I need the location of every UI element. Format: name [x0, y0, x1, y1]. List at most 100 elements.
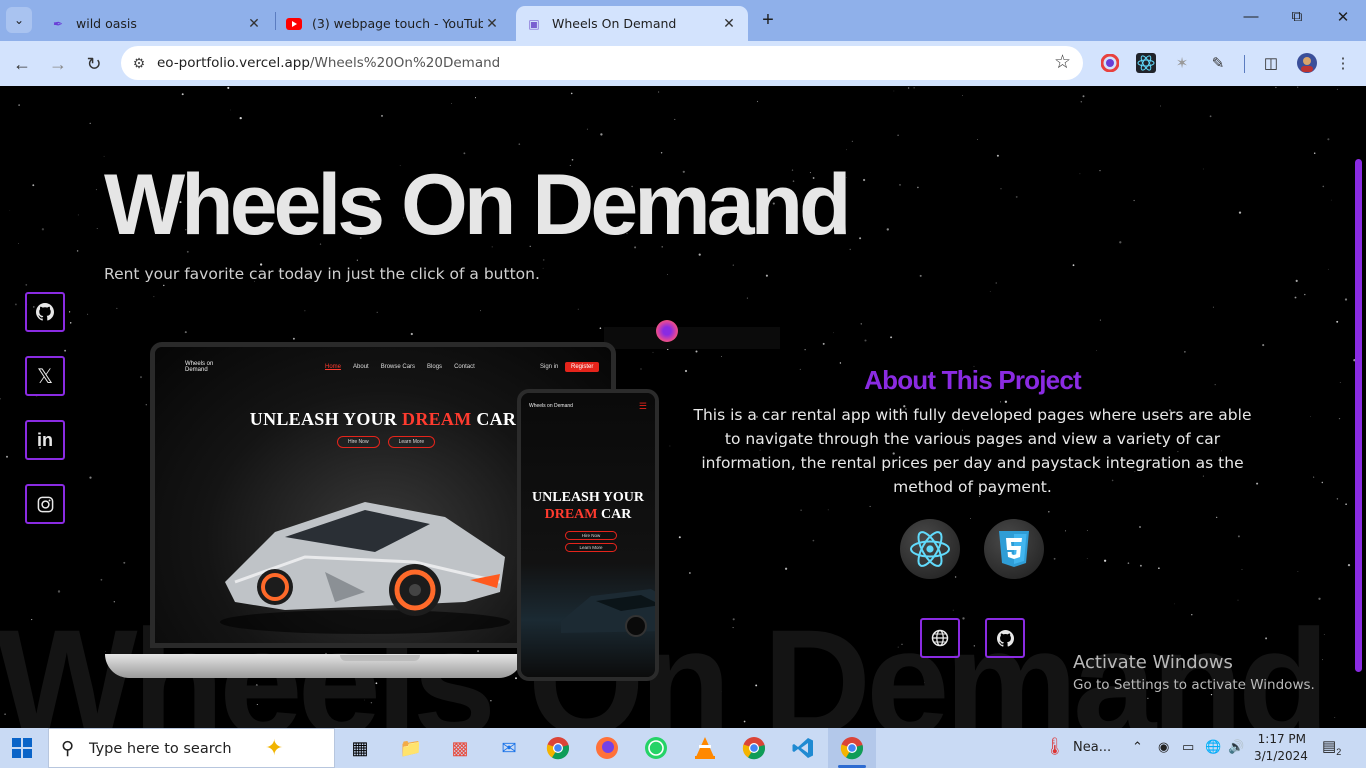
mockup-nav-link: Home	[325, 364, 342, 370]
weather-text[interactable]: Nea...	[1073, 740, 1111, 755]
vscode-icon[interactable]	[789, 734, 817, 762]
x-twitter-icon: 𝕏	[36, 365, 54, 388]
live-site-link[interactable]	[920, 618, 960, 658]
mockup-hero-buttons: Hire Now Learn More	[337, 436, 436, 448]
battery-icon[interactable]: ▭	[1182, 740, 1194, 755]
phone-hero-heading: UNLEASH YOUR DREAM CAR	[521, 489, 655, 523]
profile-avatar[interactable]	[1296, 52, 1318, 74]
react-icon	[910, 531, 950, 567]
hero-part: CAR	[597, 507, 632, 522]
youtube-icon	[286, 16, 302, 32]
notification-center-icon[interactable]: ▤2	[1322, 737, 1350, 759]
tab-title: Wheels On Demand	[552, 16, 677, 31]
mockup-nav-link: About	[353, 364, 369, 370]
meet-now-icon[interactable]: ◉	[1158, 740, 1169, 755]
firefox-icon[interactable]	[593, 734, 621, 762]
address-bar[interactable]: ⚙ eo-portfolio.vercel.app/Wheels%20On%20…	[121, 46, 1083, 80]
forward-button[interactable]: →	[46, 52, 70, 76]
linkedin-icon: in	[37, 429, 53, 450]
hero-red-word: DREAM	[544, 507, 598, 522]
file-explorer-icon[interactable]: 📁	[397, 734, 425, 762]
close-window-button[interactable]: ✕	[1320, 8, 1366, 26]
search-icon: ⚲	[61, 738, 75, 758]
react-devtools-extension-icon[interactable]	[1135, 52, 1157, 74]
side-panel-icon[interactable]: ◫	[1260, 52, 1282, 74]
tab-search-button[interactable]: ⌄	[6, 7, 32, 33]
close-tab-icon[interactable]: ✕	[720, 16, 738, 32]
page-subtitle: Rent your favorite car today in just the…	[104, 265, 540, 283]
toolbar-separator	[1244, 55, 1245, 73]
x-twitter-link[interactable]: 𝕏	[25, 356, 65, 396]
tab-wheels-on-demand[interactable]: ▣ Wheels On Demand ✕	[516, 6, 748, 41]
about-title: About This Project	[864, 365, 1082, 395]
vlc-icon[interactable]	[691, 734, 719, 762]
hero-part: CAR	[471, 409, 517, 429]
restore-button[interactable]: ⧉	[1274, 8, 1320, 25]
microsoft-store-icon[interactable]: ▩	[446, 734, 474, 762]
page-content: Wheels On Demand Wheels On Demand Rent y…	[0, 86, 1366, 728]
phone-car-image	[561, 589, 655, 637]
mockup-register: Register	[565, 362, 600, 372]
reload-button[interactable]: ↻	[82, 52, 106, 76]
phone-logo: Wheels on Demand	[529, 403, 573, 409]
more-menu-icon[interactable]: ⋮	[1332, 52, 1354, 74]
tab-title: (3) webpage touch - YouTube	[312, 16, 483, 31]
hero-red-word: DREAM	[402, 409, 472, 429]
page-title: Wheels On Demand	[104, 157, 852, 253]
activate-text: Go to Settings to activate Windows.	[1073, 677, 1315, 693]
tab-youtube[interactable]: (3) webpage touch - YouTube ✕	[276, 6, 511, 41]
chrome-profile-icon[interactable]	[740, 734, 768, 762]
mail-icon[interactable]: ✉	[495, 734, 523, 762]
mockup-signin: Sign in	[540, 364, 559, 370]
custom-cursor-dot	[656, 320, 678, 342]
cursor-trail	[604, 327, 780, 349]
new-tab-button[interactable]: +	[757, 9, 779, 31]
browser-toolbar: ← → ↻ ⚙ eo-portfolio.vercel.app/Wheels%2…	[0, 41, 1366, 86]
mockup-nav-link: Contact	[454, 364, 475, 370]
linkedin-link[interactable]: in	[25, 420, 65, 460]
tab-wild-oasis[interactable]: ✒ wild oasis ✕	[40, 6, 273, 41]
laptop-notch	[340, 655, 420, 661]
mockup-hire-button: Hire Now	[337, 436, 380, 448]
instagram-icon	[37, 496, 53, 512]
url-text[interactable]: eo-portfolio.vercel.app/Wheels%20On%20De…	[157, 55, 500, 71]
chrome-icon[interactable]	[544, 734, 572, 762]
phone-hire-button: Hire Now	[565, 531, 617, 540]
system-clock[interactable]: 1:17 PM 3/1/2024	[1254, 731, 1308, 765]
about-description: This is a car rental app with fully deve…	[693, 406, 1252, 496]
sports-car-image	[220, 502, 510, 634]
clock-time: 1:17 PM	[1257, 732, 1306, 746]
search-placeholder: Type here to search	[89, 741, 232, 757]
network-globe-icon[interactable]: 🌐	[1205, 740, 1221, 755]
page-scrollbar[interactable]	[1355, 159, 1362, 672]
task-view-icon[interactable]: ▦	[346, 734, 374, 762]
page-icon: ▣	[528, 16, 540, 31]
minimize-button[interactable]: —	[1228, 8, 1274, 25]
color-picker-extension-icon[interactable]	[1099, 52, 1121, 74]
site-info-icon[interactable]: ⚙	[129, 53, 149, 73]
back-button[interactable]: ←	[10, 52, 34, 76]
chrome-active-icon[interactable]	[838, 734, 866, 762]
whatsapp-icon[interactable]	[642, 734, 670, 762]
repo-link[interactable]	[985, 618, 1025, 658]
mockup-learn-button: Learn More	[387, 436, 436, 448]
mockup-nav-link: Browse Cars	[380, 364, 416, 370]
extensions-puzzle-icon[interactable]: ✎	[1207, 52, 1229, 74]
bookmark-star-icon[interactable]: ☆	[1054, 51, 1071, 74]
hero-part: UNLEASH YOUR	[532, 490, 644, 505]
close-tab-icon[interactable]: ✕	[245, 16, 263, 32]
tab-strip: ⌄ ✒ wild oasis ✕ (3) webpage touch - You…	[0, 0, 1366, 41]
close-tab-icon[interactable]: ✕	[483, 16, 501, 32]
taskbar-search-box[interactable]: ⚲ Type here to search ✦	[48, 728, 335, 768]
pen-nib-icon: ✒	[52, 16, 64, 31]
weather-icon[interactable]: 🌡	[1044, 737, 1066, 757]
volume-icon[interactable]: 🔊	[1228, 740, 1244, 755]
windows-start-button[interactable]	[12, 738, 32, 758]
github-link[interactable]	[25, 292, 65, 332]
loading-extension-icon[interactable]: ✶	[1171, 52, 1193, 74]
globe-icon	[931, 629, 949, 647]
tray-overflow-icon[interactable]: ⌃	[1132, 740, 1143, 755]
hero-part: UNLEASH YOUR	[249, 409, 403, 429]
mockup-logo: Wheels on Demand	[185, 361, 214, 373]
instagram-link[interactable]	[25, 484, 65, 524]
